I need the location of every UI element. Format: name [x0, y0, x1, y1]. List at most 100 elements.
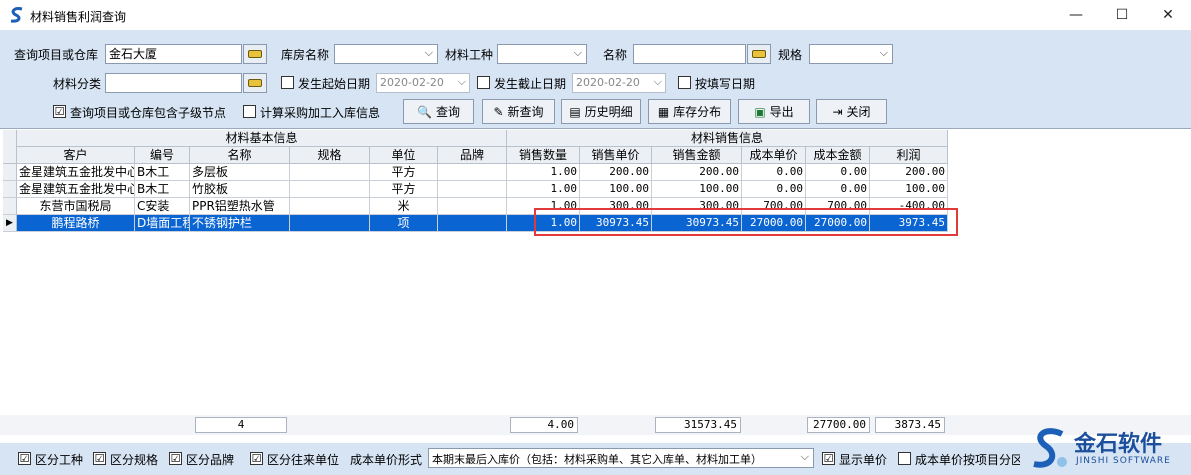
column-header[interactable]: 名称	[190, 147, 290, 164]
table-cell[interactable]: 多层板	[190, 164, 290, 181]
export-button[interactable]: ▣ 导出	[738, 99, 810, 124]
eraser-icon: ✎	[493, 104, 504, 119]
table-cell[interactable]	[438, 164, 507, 181]
table-cell[interactable]	[290, 198, 370, 215]
name-input[interactable]	[633, 44, 746, 64]
start-date-picker[interactable]: 2020-02-20 ⌵	[376, 73, 470, 93]
table-cell[interactable]: 0.00	[742, 181, 806, 198]
category-picker-button[interactable]	[243, 73, 267, 93]
column-header[interactable]: 客户	[17, 147, 135, 164]
query-picker-button[interactable]	[243, 44, 267, 64]
cost-mode-value: 本期末最后入库价（包括：材料采购单、其它入库单、材料加工单）	[432, 453, 762, 466]
group-header-sales: 材料销售信息	[507, 130, 948, 147]
table-cell[interactable]: 1.00	[507, 181, 580, 198]
row-indicator[interactable]	[3, 164, 17, 181]
by-project-checkbox[interactable]	[898, 452, 911, 465]
table-cell[interactable]: 200.00	[652, 164, 742, 181]
new-query-button[interactable]: ✎ 新查询	[482, 99, 555, 124]
name-picker-button[interactable]	[747, 44, 771, 64]
row-indicator[interactable]	[3, 181, 17, 198]
table-cell[interactable]: 竹胶板	[190, 181, 290, 198]
table-cell[interactable]	[438, 198, 507, 215]
column-header[interactable]: 编号	[135, 147, 190, 164]
table-cell[interactable]	[438, 215, 507, 232]
group-header-basic: 材料基本信息	[17, 130, 507, 147]
query-input[interactable]: 金石大厦	[105, 44, 242, 64]
table-cell[interactable]	[290, 181, 370, 198]
column-header[interactable]: 利润	[870, 147, 948, 164]
table-cell[interactable]: B木工	[135, 181, 190, 198]
start-date-checkbox[interactable]	[281, 76, 294, 89]
table-cell[interactable]: 200.00	[870, 164, 948, 181]
table-cell[interactable]: 东营市国税局	[17, 198, 135, 215]
row-indicator[interactable]: ▶	[3, 215, 17, 232]
maximize-button[interactable]: ☐	[1099, 0, 1145, 30]
close-window-button[interactable]: ✕	[1145, 0, 1191, 30]
total-amount: 31573.45	[655, 417, 741, 433]
table-cell[interactable]: 平方	[370, 164, 438, 181]
category-input[interactable]	[105, 73, 242, 93]
chevron-down-icon: ⌵	[457, 75, 466, 88]
calc-purchase-checkbox[interactable]	[243, 105, 256, 118]
table-cell[interactable]	[438, 181, 507, 198]
show-price-checkbox[interactable]: ☑	[822, 452, 835, 465]
table-cell[interactable]: 不锈钢护栏	[190, 215, 290, 232]
warehouse-select[interactable]: ⌵	[334, 44, 438, 64]
material-type-select[interactable]: ⌵	[497, 44, 587, 64]
column-header[interactable]: 单位	[370, 147, 438, 164]
table-cell[interactable]	[290, 164, 370, 181]
by-brand-checkbox[interactable]: ☑	[169, 452, 182, 465]
table-cell[interactable]: B木工	[135, 164, 190, 181]
close-button[interactable]: ⇥ 关闭	[816, 99, 887, 124]
minimize-button[interactable]: —	[1053, 0, 1099, 30]
end-date-checkbox[interactable]	[477, 76, 490, 89]
column-header[interactable]: 成本单价	[742, 147, 806, 164]
by-partner-checkbox[interactable]: ☑	[250, 452, 263, 465]
column-header[interactable]: 销售金额	[652, 147, 742, 164]
table-cell[interactable]	[290, 215, 370, 232]
by-type-checkbox[interactable]: ☑	[18, 452, 31, 465]
chevron-down-icon: ⌵	[879, 46, 888, 59]
fill-date-checkbox[interactable]	[678, 76, 691, 89]
start-date-label: 发生起始日期	[298, 77, 371, 91]
table-cell[interactable]: 100.00	[580, 181, 652, 198]
cost-mode-select[interactable]: 本期末最后入库价（包括：材料采购单、其它入库单、材料加工单） ⌵	[428, 448, 814, 468]
table-cell[interactable]: 金星建筑五金批发中心	[17, 181, 135, 198]
spec-select[interactable]: ⌵	[809, 44, 893, 64]
table-cell[interactable]: 米	[370, 198, 438, 215]
table-cell[interactable]: C安装	[135, 198, 190, 215]
brand-logo-icon	[1033, 428, 1067, 468]
end-date-value: 2020-02-20	[576, 76, 640, 89]
table-cell[interactable]: D墙面工程	[135, 215, 190, 232]
query-button[interactable]: 🔍 查询	[403, 99, 474, 124]
warehouse-label: 库房名称	[281, 48, 330, 62]
spec-label: 规格	[778, 48, 803, 62]
table-cell[interactable]: 0.00	[806, 181, 870, 198]
table-cell[interactable]: 1.00	[507, 164, 580, 181]
column-header[interactable]: 品牌	[438, 147, 507, 164]
row-indicator[interactable]	[3, 198, 17, 215]
column-header[interactable]: 成本金额	[806, 147, 870, 164]
column-header[interactable]: 销售数量	[507, 147, 580, 164]
by-type-label: 区分工种	[35, 453, 84, 467]
table-cell[interactable]: 平方	[370, 181, 438, 198]
table-cell[interactable]: PPR铝塑热水管	[190, 198, 290, 215]
table-cell[interactable]: 鹏程路桥	[17, 215, 135, 232]
table-cell[interactable]: 项	[370, 215, 438, 232]
stock-distribution-button[interactable]: ▦ 库存分布	[648, 99, 731, 124]
end-date-picker[interactable]: 2020-02-20 ⌵	[572, 73, 666, 93]
table-cell[interactable]: 金星建筑五金批发中心	[17, 164, 135, 181]
table-cell[interactable]: 100.00	[870, 181, 948, 198]
history-button[interactable]: ▤ 历史明细	[561, 99, 641, 124]
include-sub-checkbox[interactable]: ☑	[53, 105, 66, 118]
table-cell[interactable]: 200.00	[580, 164, 652, 181]
by-spec-checkbox[interactable]: ☑	[93, 452, 106, 465]
table-cell[interactable]: 0.00	[742, 164, 806, 181]
cost-mode-label: 成本单价形式	[350, 453, 423, 467]
column-header[interactable]: 规格	[290, 147, 370, 164]
data-grid[interactable]: 材料基本信息 材料销售信息 客户 编号 名称 规格 单位 品牌 销售数量 销售单价 销售金额 成本…	[0, 128, 1191, 435]
table-cell[interactable]: 0.00	[806, 164, 870, 181]
table-cell[interactable]: 100.00	[652, 181, 742, 198]
column-header[interactable]: 销售单价	[580, 147, 652, 164]
total-qty: 4.00	[510, 417, 578, 433]
